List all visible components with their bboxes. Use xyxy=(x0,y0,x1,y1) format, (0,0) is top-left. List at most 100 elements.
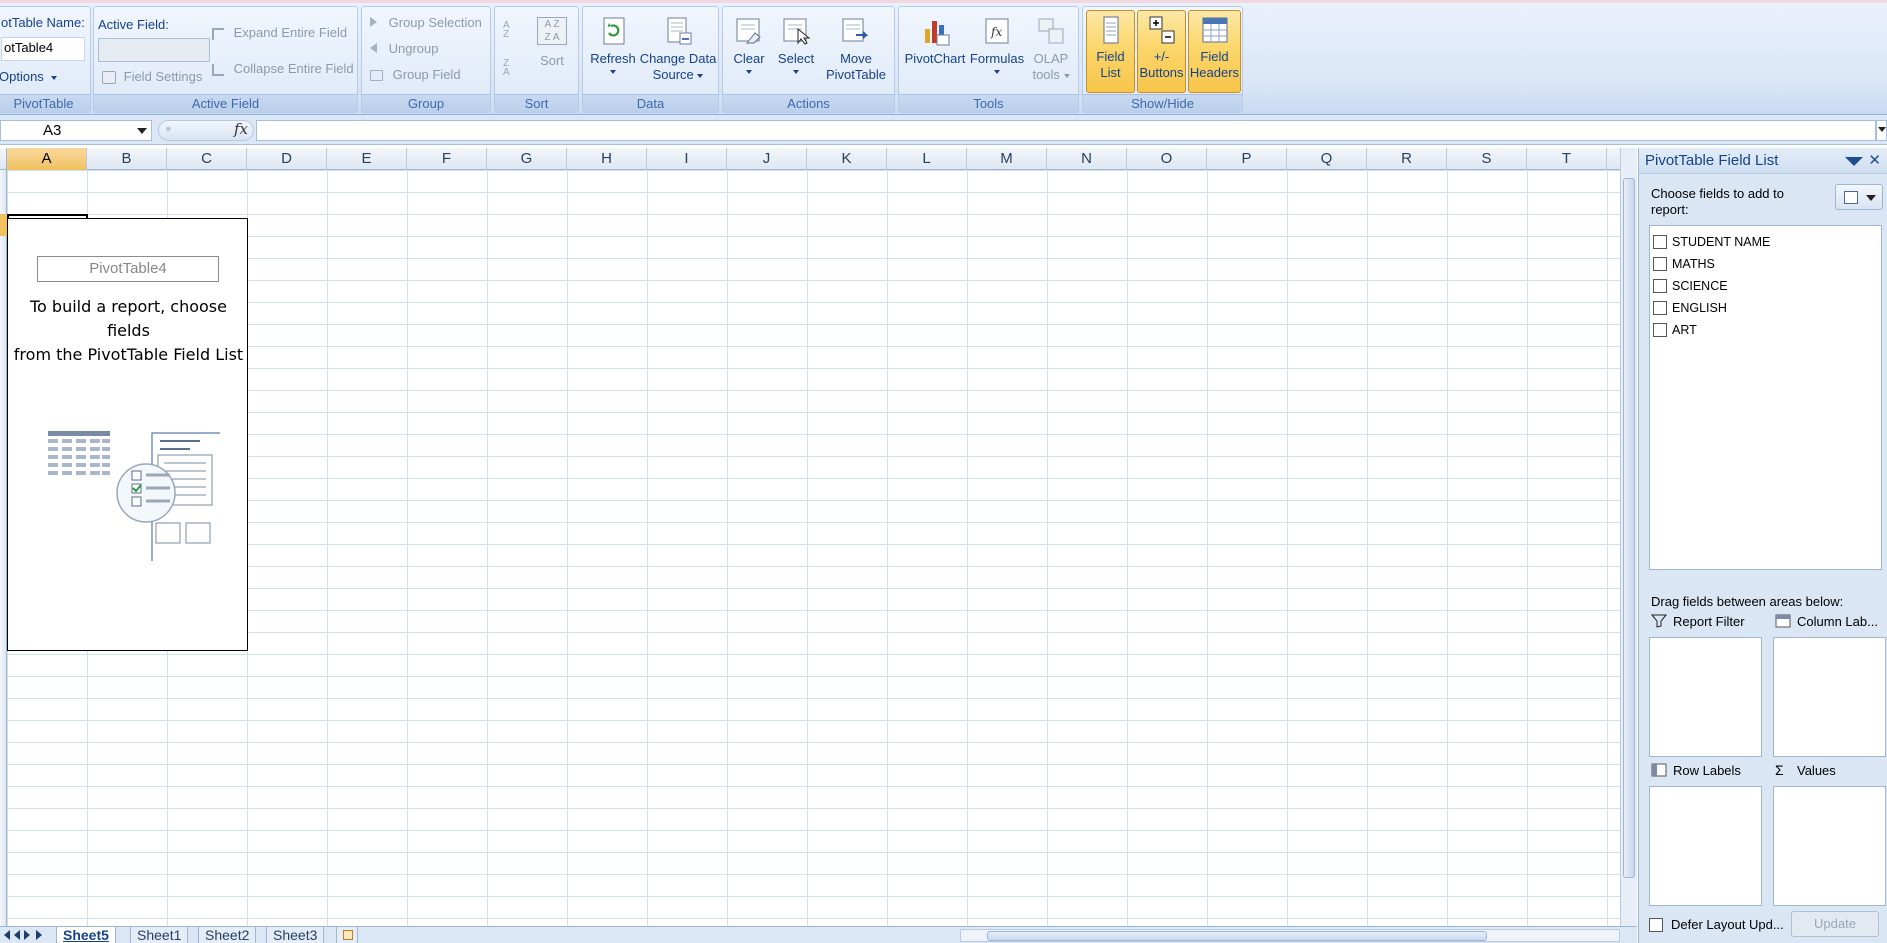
worksheet[interactable]: ABCDEFGHIJKLMNOPQRST PivotTable4 To buil… xyxy=(0,148,1620,926)
group-selection-button[interactable]: Group Selection xyxy=(370,15,482,30)
cancel-formula-icon[interactable]: ● xyxy=(165,123,172,135)
column-header[interactable]: C xyxy=(167,148,247,170)
column-header[interactable]: P xyxy=(1207,148,1287,170)
column-header[interactable]: H xyxy=(567,148,647,170)
column-header[interactable]: K xyxy=(807,148,887,170)
choose-fields-text: Choose fields to add to report: xyxy=(1651,186,1784,217)
values-area-label: Σ Values xyxy=(1775,763,1836,778)
column-header[interactable]: N xyxy=(1047,148,1127,170)
field-checkbox[interactable] xyxy=(1653,235,1667,249)
defer-checkbox-box[interactable] xyxy=(1649,918,1663,932)
options-button[interactable]: Options xyxy=(0,69,58,84)
field-headers-toggle[interactable]: Field Headers xyxy=(1188,10,1241,93)
sheet-tab[interactable]: Sheet2 xyxy=(198,927,257,943)
expand-entire-field-button[interactable]: Expand Entire Field xyxy=(212,25,347,40)
field-list-toggle[interactable]: Field List xyxy=(1086,10,1135,93)
field-checkbox[interactable] xyxy=(1653,279,1667,293)
sheet-tab[interactable]: Sheet5 xyxy=(56,927,116,943)
cell-grid[interactable] xyxy=(7,170,1620,926)
refresh-button[interactable]: Refresh xyxy=(587,15,639,74)
field-checkbox[interactable] xyxy=(1653,301,1667,315)
olap-tools-dropdown-icon xyxy=(1063,73,1070,78)
sort-descending-icon[interactable]: ZA xyxy=(503,59,519,79)
refresh-label: Refresh xyxy=(590,51,636,66)
sort-ascending-icon[interactable]: AZ xyxy=(503,21,519,41)
vertical-scrollbar[interactable] xyxy=(1620,148,1637,926)
column-header[interactable]: A xyxy=(7,148,87,170)
formula-input[interactable] xyxy=(256,120,1876,141)
first-sheet-icon[interactable] xyxy=(4,930,10,940)
field-item[interactable]: STUDENT NAME xyxy=(1653,232,1770,252)
report-filter-drop-area[interactable] xyxy=(1649,637,1762,757)
plus-minus-buttons-toggle[interactable]: +/- Buttons xyxy=(1137,10,1186,93)
column-header[interactable]: L xyxy=(887,148,967,170)
column-header[interactable]: M xyxy=(967,148,1047,170)
pivottable-placeholder[interactable]: PivotTable4 To build a report, choose fi… xyxy=(7,218,248,651)
sheet-tab[interactable]: Sheet3 xyxy=(266,927,325,943)
defer-layout-update-checkbox[interactable]: Defer Layout Upd... xyxy=(1649,917,1784,932)
field-item[interactable]: SCIENCE xyxy=(1653,276,1728,296)
name-box[interactable]: A3 xyxy=(0,120,152,141)
refresh-icon xyxy=(597,15,629,47)
select-button[interactable]: Select xyxy=(773,15,819,74)
sort-button[interactable]: A ZZ A Sort xyxy=(535,17,569,68)
sheet-tab[interactable]: Sheet1 xyxy=(130,927,189,943)
name-box-dropdown-icon[interactable] xyxy=(137,128,147,134)
row-labels-area-label: Row Labels xyxy=(1651,763,1741,778)
update-button[interactable]: Update xyxy=(1791,911,1879,937)
field-item[interactable]: MATHS xyxy=(1653,254,1715,274)
vertical-scrollbar-thumb[interactable] xyxy=(1623,178,1635,878)
close-icon[interactable]: ✕ xyxy=(1868,151,1881,169)
field-settings-button[interactable]: Field Settings xyxy=(102,69,202,85)
olap-tools-button[interactable]: OLAP tools xyxy=(1025,15,1077,83)
field-checkbox[interactable] xyxy=(1653,257,1667,271)
pivottable-title: PivotTable4 xyxy=(37,256,219,282)
field-checkbox[interactable] xyxy=(1653,323,1667,337)
column-header[interactable]: B xyxy=(87,148,167,170)
insert-function-button[interactable]: fx xyxy=(234,120,248,138)
column-header[interactable]: F xyxy=(407,148,487,170)
column-header[interactable]: I xyxy=(647,148,727,170)
filter-icon xyxy=(1651,614,1667,628)
move-pivottable-button[interactable]: Move PivotTable xyxy=(821,15,891,83)
prev-sheet-icon[interactable] xyxy=(14,930,20,940)
pivottable-illustration-icon xyxy=(48,431,220,561)
horizontal-scrollbar-thumb[interactable] xyxy=(987,931,1487,941)
column-header[interactable]: O xyxy=(1127,148,1207,170)
collapse-entire-field-button[interactable]: Collapse Entire Field xyxy=(212,61,354,76)
select-all-corner[interactable] xyxy=(0,148,7,170)
column-header[interactable]: R xyxy=(1367,148,1447,170)
column-header[interactable]: Q xyxy=(1287,148,1367,170)
column-header[interactable]: J xyxy=(727,148,807,170)
column-header[interactable]: E xyxy=(327,148,407,170)
checklist-magnifier-icon xyxy=(116,463,176,523)
column-header[interactable]: D xyxy=(247,148,327,170)
change-data-source-button[interactable]: Change Data Source xyxy=(639,15,717,83)
group-field-button[interactable]: Group Field xyxy=(370,67,461,82)
column-header[interactable]: S xyxy=(1447,148,1527,170)
row-labels-drop-area[interactable] xyxy=(1649,786,1762,906)
values-drop-area[interactable] xyxy=(1773,786,1886,906)
field-item[interactable]: ART xyxy=(1653,320,1697,340)
last-sheet-icon[interactable] xyxy=(36,930,42,940)
group-field-label: Group Field xyxy=(392,67,461,82)
source-table-icon xyxy=(48,431,110,483)
pivotchart-button[interactable]: PivotChart xyxy=(901,15,969,67)
column-header[interactable]: G xyxy=(487,148,567,170)
horizontal-scrollbar[interactable] xyxy=(960,929,1620,942)
pivottable-name-input[interactable]: otTable4 xyxy=(1,37,85,61)
next-sheet-icon[interactable] xyxy=(24,930,30,940)
sigma-icon: Σ xyxy=(1775,762,1784,778)
column-header[interactable]: T xyxy=(1527,148,1607,170)
active-field-input[interactable] xyxy=(98,38,210,62)
row-header-selected[interactable] xyxy=(0,214,7,236)
formulas-button[interactable]: fx Formulas xyxy=(969,15,1025,74)
field-list-layout-button[interactable] xyxy=(1835,184,1883,210)
insert-sheet-icon[interactable] xyxy=(336,927,358,943)
field-item[interactable]: ENGLISH xyxy=(1653,298,1727,318)
ungroup-button[interactable]: Ungroup xyxy=(370,41,439,56)
expand-formula-bar-button[interactable] xyxy=(1876,120,1887,141)
pane-options-dropdown-icon[interactable] xyxy=(1845,157,1863,166)
column-labels-drop-area[interactable] xyxy=(1773,637,1886,757)
clear-button[interactable]: Clear xyxy=(727,15,771,74)
